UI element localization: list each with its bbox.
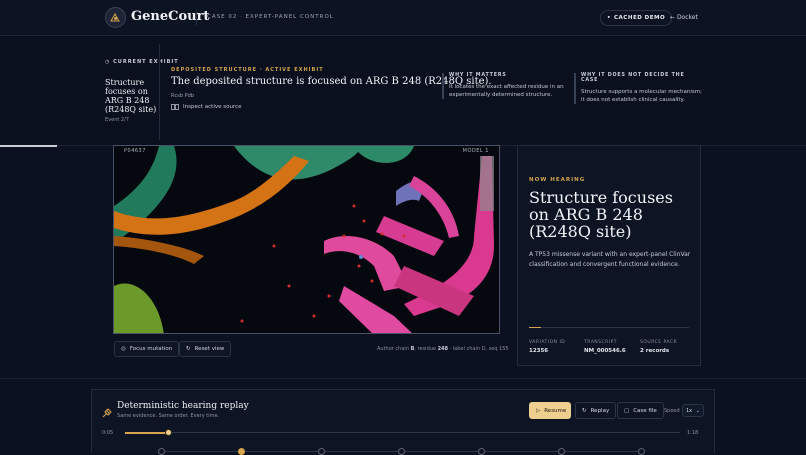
- divider: [159, 44, 160, 140]
- time-total: 1:18: [687, 430, 699, 436]
- why-it-matters-title: WHY IT MATTERS: [449, 73, 507, 78]
- replay-title: Deterministic hearing replay: [117, 401, 249, 411]
- why-it-matters-text: It locates the exact affected residue in…: [449, 84, 564, 98]
- structure-viewer[interactable]: P04637 MODEL 1: [113, 145, 500, 334]
- reset-view-label: Reset view: [194, 346, 225, 352]
- current-exhibit-title: Structure focuses on ARG B 248 (R248Q si…: [105, 78, 157, 114]
- current-exhibit-label: ◷ CURRENT EXHIBIT: [105, 59, 179, 65]
- event-marker[interactable]: [398, 448, 405, 455]
- gavel-icon: [101, 404, 112, 423]
- replay-label: Replay: [590, 407, 610, 414]
- event-counter: Event 2/7: [105, 117, 129, 123]
- speed-select[interactable]: 1x ⌄: [682, 404, 704, 417]
- event-marker[interactable]: [478, 448, 485, 455]
- inspect-source-link[interactable]: Inspect active source: [171, 104, 242, 110]
- docket-link[interactable]: ← Docket: [670, 14, 698, 21]
- section-divider: [0, 378, 806, 379]
- stat-transcript: TRANSCRIPT NM_000546.6: [584, 340, 626, 354]
- genecourt-logo-icon[interactable]: [105, 7, 126, 28]
- now-hearing-description: A TP53 missense variant with an expert-p…: [529, 251, 691, 268]
- target-icon: ◎: [121, 346, 126, 352]
- structure-id-tag: P04637: [124, 148, 146, 154]
- event-marker[interactable]: [638, 448, 645, 455]
- reset-view-button[interactable]: ↻ Reset view: [179, 341, 232, 357]
- deposited-structure-label: DEPOSITED STRUCTURE · ACTIVE EXHIBIT: [171, 67, 324, 73]
- speed-label: Speed: [664, 408, 680, 414]
- focus-mutation-label: Focus mutation: [129, 346, 173, 352]
- accent-line: [529, 327, 541, 328]
- chevron-down-icon: ⌄: [695, 407, 700, 414]
- why-not-decide-text: Structure supports a molecular mechanism…: [581, 89, 702, 103]
- timeline-scrubber[interactable]: [165, 429, 172, 436]
- why-not-decide-title: WHY IT DOES NOT DECIDE THE CASE: [581, 73, 685, 83]
- replay-panel: [91, 389, 715, 453]
- timeline-progress: [125, 432, 169, 434]
- stat-source-pack: SOURCE PACK 2 records: [640, 340, 678, 354]
- book-icon: [171, 104, 179, 110]
- time-elapsed: 0:05: [102, 430, 114, 436]
- docket-label: Docket: [676, 14, 698, 21]
- resume-label: Resume: [544, 407, 567, 414]
- case-file-label: Case file: [633, 407, 657, 414]
- now-hearing-label: NOW HEARING: [529, 177, 586, 183]
- event-marker[interactable]: [158, 448, 165, 455]
- case-file-button[interactable]: ▢ Case file: [617, 402, 664, 419]
- cached-demo-badge[interactable]: • CACHED DEMO: [600, 10, 673, 26]
- event-marker[interactable]: [558, 448, 565, 455]
- file-icon: ▢: [624, 407, 630, 414]
- why-not-decide: WHY IT DOES NOT DECIDE THE CASE Structur…: [574, 73, 702, 104]
- divider: [196, 11, 197, 25]
- divider: [541, 327, 689, 328]
- brand-name[interactable]: GeneCourt: [131, 9, 209, 24]
- arrow-left-icon: ←: [670, 14, 677, 21]
- speed-value: 1x: [686, 407, 693, 414]
- focus-mutation-button[interactable]: ◎ Focus mutation: [114, 341, 180, 357]
- clock-icon: ◷: [105, 59, 114, 65]
- protein-structure-render[interactable]: [114, 146, 500, 334]
- author-chain-info: Author chain B, residue 248 · label chai…: [377, 346, 509, 352]
- timeline-track[interactable]: [125, 432, 680, 433]
- cached-demo-label: CACHED DEMO: [614, 15, 666, 21]
- reset-icon: ↻: [186, 346, 191, 352]
- event-marker-active[interactable]: [238, 448, 245, 455]
- replay-icon: ↻: [582, 407, 587, 414]
- stat-variation-id: VARIATION ID 12356: [529, 340, 566, 354]
- replay-button[interactable]: ↻ Replay: [575, 402, 617, 419]
- inspect-source-label: Inspect active source: [183, 104, 242, 110]
- resume-button[interactable]: ▷ Resume: [529, 402, 571, 419]
- event-marker[interactable]: [318, 448, 325, 455]
- replay-subtitle: Same evidence. Same order. Every time.: [117, 413, 220, 419]
- dot-icon: •: [607, 15, 612, 21]
- case-label: CASE 02 · EXPERT-PANEL CONTROL: [207, 14, 334, 20]
- why-it-matters: WHY IT MATTERS It locates the exact affe…: [442, 73, 570, 99]
- source-name: Rcsb Pdb: [171, 93, 194, 99]
- now-hearing-title: Structure focuses on ARG B 248 (R248Q si…: [529, 188, 673, 241]
- model-tag: MODEL 1: [462, 148, 489, 154]
- play-icon: ▷: [536, 407, 541, 414]
- event-progress-line: [0, 145, 57, 147]
